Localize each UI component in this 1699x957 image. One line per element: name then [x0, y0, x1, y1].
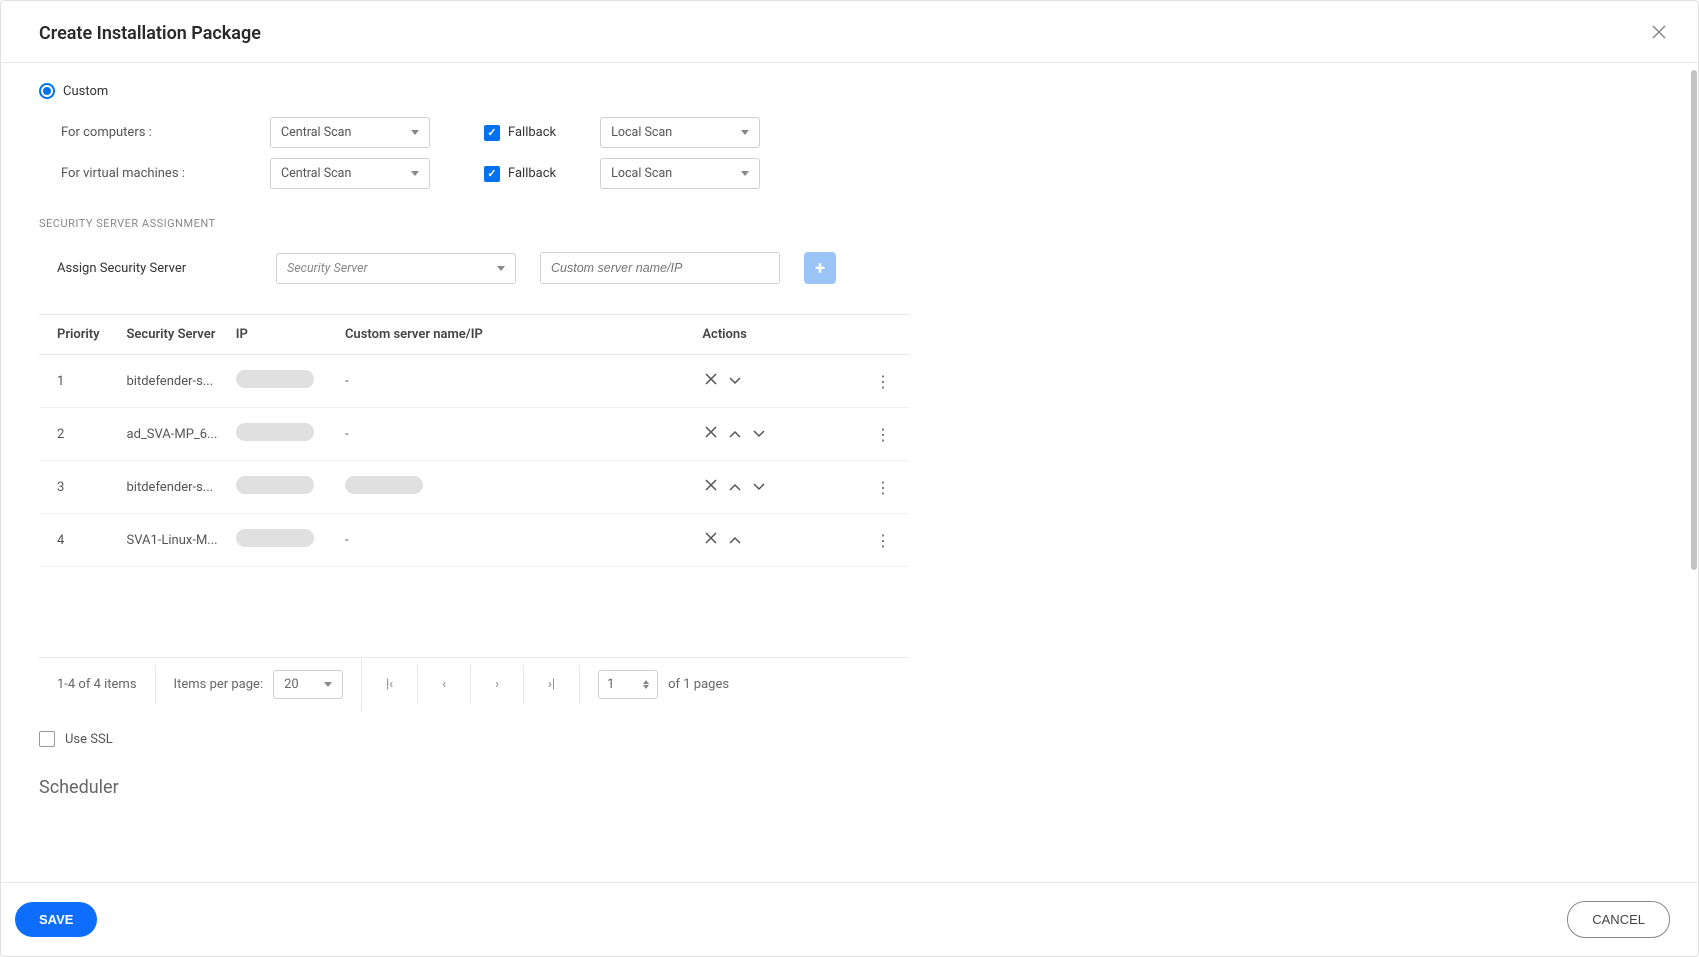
add-server-button[interactable]: +: [804, 252, 836, 284]
cell-custom: -: [345, 533, 702, 548]
dropdown-vms-scan[interactable]: Central Scan: [270, 158, 430, 189]
page-next-button[interactable]: ›: [489, 677, 505, 692]
cell-server: bitdefender-s...: [127, 374, 236, 389]
page-last-button[interactable]: ›|: [542, 677, 561, 692]
caret-down-icon: [411, 130, 419, 135]
kebab-icon[interactable]: ⋮: [875, 425, 891, 444]
dropdown-computers-scan[interactable]: Central Scan: [270, 117, 430, 148]
cell-actions: [702, 373, 841, 389]
cell-ip: [236, 370, 345, 392]
pagination: 1-4 of 4 items Items per page: 20 |‹ ‹ ›…: [39, 657, 909, 711]
scan-vms-label: For virtual machines :: [61, 166, 256, 181]
table-row: 4 SVA1-Linux-M... - ⋮: [39, 514, 909, 567]
page-input-wrap: 1 of 1 pages: [580, 658, 747, 711]
close-icon[interactable]: [702, 426, 720, 442]
chevron-down-icon[interactable]: [726, 373, 744, 389]
pagination-ipp: Items per page: 20: [156, 658, 363, 711]
cell-actions: [702, 479, 841, 495]
scan-row-vms: For virtual machines : Central Scan ✓ Fa…: [61, 158, 1660, 189]
cell-actions: [702, 426, 841, 442]
cell-priority: 4: [57, 533, 127, 548]
chevron-down-icon[interactable]: [750, 479, 768, 495]
th-ip: IP: [236, 327, 345, 342]
scan-computers-label: For computers :: [61, 125, 256, 140]
assign-row: Assign Security Server Security Server +: [57, 252, 1660, 284]
close-icon[interactable]: [1648, 19, 1670, 48]
page-number-input[interactable]: 1: [598, 670, 658, 699]
page-prev-button[interactable]: ‹: [436, 677, 452, 692]
th-server: Security Server: [127, 327, 236, 342]
kebab-icon[interactable]: ⋮: [875, 372, 891, 391]
security-server-table: Priority Security Server IP Custom serve…: [39, 314, 909, 567]
assign-label: Assign Security Server: [57, 261, 252, 276]
chevron-up-icon[interactable]: [726, 479, 744, 495]
section-heading-assignment: SECURITY SERVER ASSIGNMENT: [39, 217, 1660, 230]
dropdown-security-server[interactable]: Security Server: [276, 253, 516, 284]
table-row: 1 bitdefender-s... - ⋮: [39, 355, 909, 408]
kebab-icon[interactable]: ⋮: [875, 478, 891, 497]
dialog-footer: SAVE CANCEL: [1, 882, 1698, 956]
close-icon[interactable]: [702, 479, 720, 495]
checkbox-icon: ✓: [484, 166, 500, 182]
th-custom: Custom server name/IP: [345, 327, 702, 342]
chevron-up-icon[interactable]: [726, 532, 744, 548]
cell-custom: -: [345, 374, 702, 389]
table-header: Priority Security Server IP Custom serve…: [39, 314, 909, 355]
scrollbar[interactable]: [1691, 70, 1697, 570]
scan-section: For computers : Central Scan ✓ Fallback …: [61, 117, 1660, 189]
table-row: 2 ad_SVA-MP_6... - ⋮: [39, 408, 909, 461]
plus-icon: +: [815, 258, 825, 279]
dialog-title: Create Installation Package: [39, 23, 261, 44]
input-custom-server[interactable]: [540, 252, 780, 284]
checkbox-use-ssl[interactable]: Use SSL: [39, 731, 1660, 747]
caret-down-icon: [497, 266, 505, 271]
caret-down-icon: [741, 171, 749, 176]
cell-priority: 2: [57, 427, 127, 442]
cell-server: bitdefender-s...: [127, 480, 236, 495]
caret-down-icon: [324, 682, 332, 687]
close-icon[interactable]: [702, 532, 720, 548]
dialog-header: Create Installation Package: [1, 1, 1698, 63]
dialog-create-installation-package: Create Installation Package Custom For c…: [0, 0, 1699, 957]
section-scheduler-title: Scheduler: [39, 777, 1660, 798]
cell-ip: [236, 423, 345, 445]
cell-ip: [236, 529, 345, 551]
cell-custom: -: [345, 427, 702, 442]
checkbox-vms-fallback[interactable]: ✓ Fallback: [484, 166, 556, 182]
chevron-down-icon[interactable]: [750, 426, 768, 442]
dropdown-items-per-page[interactable]: 20: [273, 670, 343, 699]
pagination-summary: 1-4 of 4 items: [39, 665, 156, 704]
cell-server: SVA1-Linux-M...: [127, 533, 236, 548]
caret-down-icon: [411, 171, 419, 176]
cell-ip: [236, 476, 345, 498]
checkbox-computers-fallback[interactable]: ✓ Fallback: [484, 125, 556, 141]
cell-server: ad_SVA-MP_6...: [127, 427, 236, 442]
spinner-down-icon[interactable]: [643, 685, 649, 689]
radio-custom-label: Custom: [63, 84, 108, 99]
radio-icon: [39, 83, 55, 99]
dialog-body: Custom For computers : Central Scan ✓ Fa…: [1, 63, 1698, 882]
cell-actions: [702, 532, 841, 548]
caret-down-icon: [741, 130, 749, 135]
radio-custom[interactable]: Custom: [39, 83, 1660, 99]
kebab-icon[interactable]: ⋮: [875, 531, 891, 550]
th-priority: Priority: [57, 327, 127, 342]
page-first-button[interactable]: |‹: [380, 677, 399, 692]
checkbox-icon: ✓: [484, 125, 500, 141]
dropdown-vms-fallback[interactable]: Local Scan: [600, 158, 760, 189]
cell-priority: 1: [57, 374, 127, 389]
cancel-button[interactable]: CANCEL: [1567, 901, 1670, 938]
cell-custom: [345, 476, 702, 498]
dropdown-computers-fallback[interactable]: Local Scan: [600, 117, 760, 148]
spinner-up-icon[interactable]: [643, 680, 649, 684]
checkbox-icon: [39, 731, 55, 747]
chevron-up-icon[interactable]: [726, 426, 744, 442]
close-icon[interactable]: [702, 373, 720, 389]
cell-priority: 3: [57, 480, 127, 495]
table-row: 3 bitdefender-s... ⋮: [39, 461, 909, 514]
save-button[interactable]: SAVE: [15, 902, 97, 937]
scan-row-computers: For computers : Central Scan ✓ Fallback …: [61, 117, 1660, 148]
th-actions: Actions: [702, 327, 841, 342]
